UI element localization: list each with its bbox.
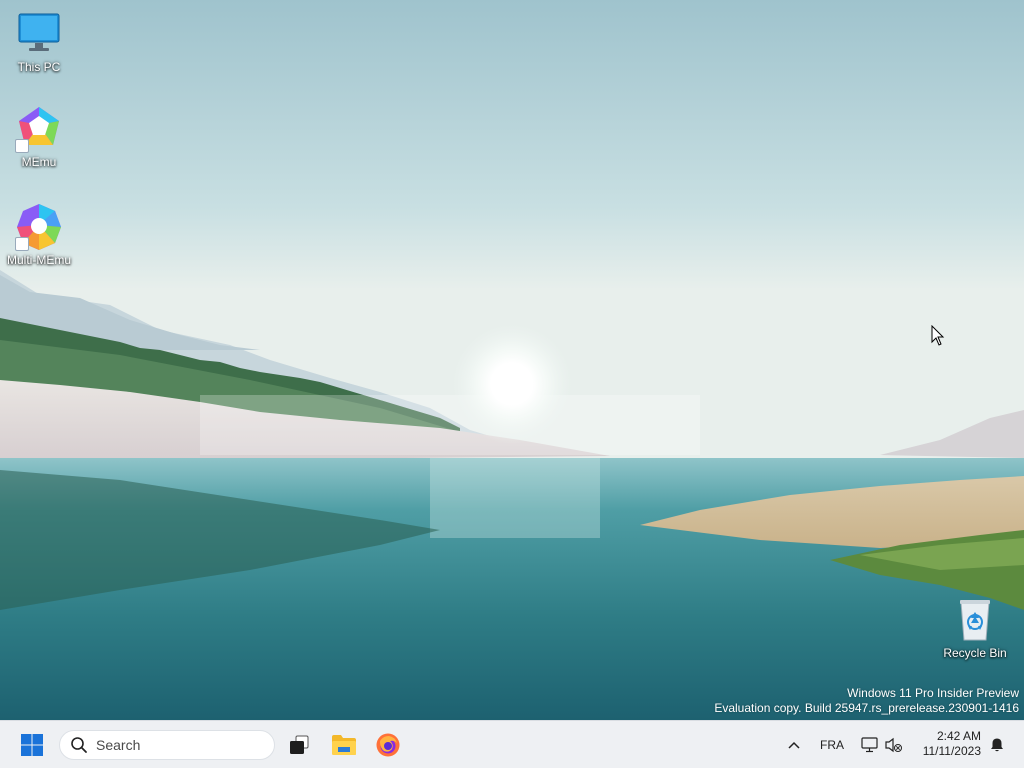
speaker-muted-icon — [885, 737, 902, 753]
notifications-button[interactable] — [984, 725, 1010, 765]
clock-date: 11/11/2023 — [922, 744, 981, 758]
search-placeholder: Search — [96, 737, 141, 753]
recycle-bin-icon — [951, 596, 999, 644]
show-hidden-icons-button[interactable] — [774, 725, 814, 765]
network-icon — [861, 737, 878, 753]
folder-icon — [332, 735, 356, 755]
desktop-icon-label: This PC — [17, 60, 61, 74]
task-view-icon — [290, 735, 309, 754]
file-explorer-button[interactable] — [324, 725, 364, 765]
input-language-label: FRA — [820, 738, 844, 752]
desktop-icon-label: Recycle Bin — [943, 646, 1007, 660]
memu-logo-icon — [15, 105, 63, 153]
evaluation-watermark: Windows 11 Pro Insider Preview Evaluatio… — [714, 686, 1019, 716]
desktop-icon-multi-memu[interactable]: Multi-MEmu — [0, 203, 78, 267]
desktop-icon-this-pc[interactable]: This PC — [0, 10, 78, 74]
watermark-line-edition: Windows 11 Pro Insider Preview — [847, 686, 1019, 700]
task-view-button[interactable] — [279, 725, 319, 765]
monitor-icon — [15, 10, 63, 58]
firefox-button[interactable] — [368, 725, 408, 765]
desktop-icon-recycle-bin[interactable]: Recycle Bin — [936, 596, 1014, 660]
start-button[interactable] — [12, 725, 52, 765]
bell-icon — [991, 738, 1003, 752]
taskbar-search-box[interactable]: Search — [59, 730, 275, 760]
wallpaper — [0, 0, 1024, 720]
shortcut-arrow-icon — [15, 237, 29, 251]
input-language-button[interactable]: FRA — [812, 725, 852, 765]
watermark-line-build: Evaluation copy. Build 25947.rs_prerelea… — [714, 701, 1019, 715]
windows-logo-icon — [21, 734, 43, 756]
chevron-up-icon — [788, 741, 800, 749]
search-icon — [71, 737, 87, 753]
taskbar-clock[interactable]: 2:42 AM 11/11/2023 — [923, 729, 981, 759]
desktop-icon-memu[interactable]: MEmu — [0, 105, 78, 169]
mouse-cursor-icon — [931, 325, 945, 346]
quick-settings-button[interactable] — [855, 725, 909, 765]
clock-time: 2:42 AM — [936, 729, 981, 743]
shortcut-arrow-icon — [15, 139, 29, 153]
desktop[interactable]: This PC MEmu Multi-MEmu Recycle Bin Wind… — [0, 0, 1024, 720]
desktop-icon-label: Multi-MEmu — [6, 253, 71, 267]
multi-memu-logo-icon — [15, 203, 63, 251]
firefox-icon — [376, 733, 400, 757]
desktop-icon-label: MEmu — [21, 155, 57, 169]
taskbar: Search FRA 2:42 AM 11/11/2023 — [0, 720, 1024, 768]
